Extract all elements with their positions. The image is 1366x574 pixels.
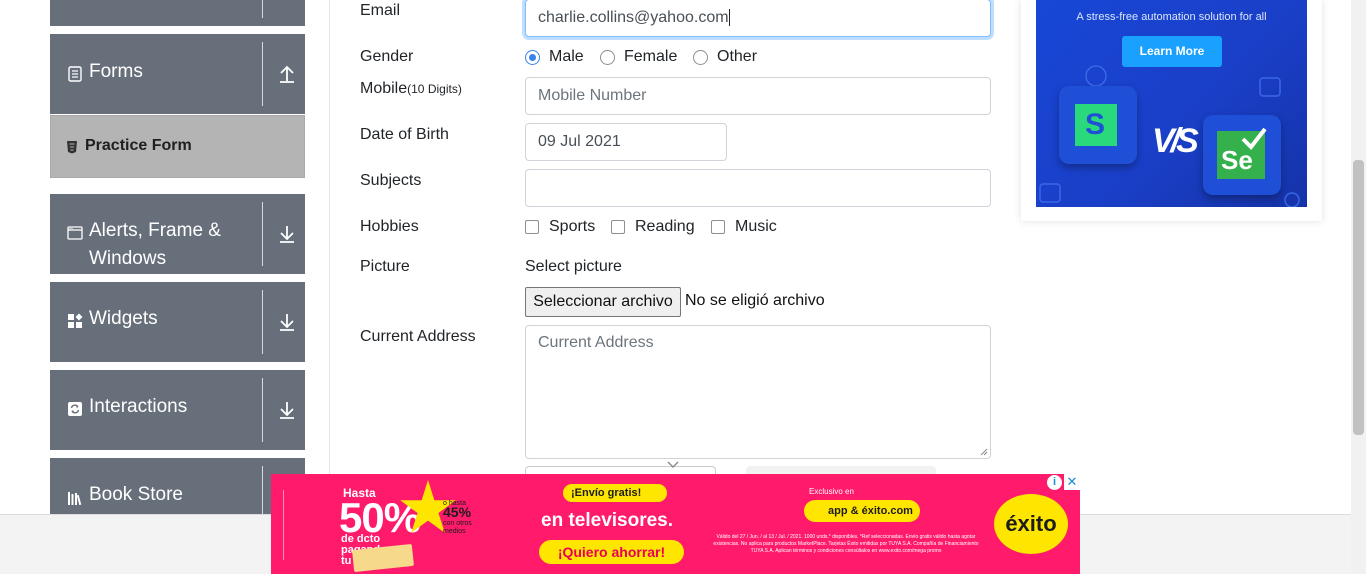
banner-app-badge: app & éxito.com <box>804 500 920 522</box>
group-separator <box>262 378 263 442</box>
banner-envio-badge: ¡Envío gratis! <box>563 484 668 502</box>
checkbox-sports[interactable] <box>525 220 539 234</box>
sidebar-group-interactions[interactable]: Interactions <box>50 370 305 450</box>
dob-label: Date of Birth <box>360 126 449 143</box>
gender-option-male[interactable]: Male <box>525 46 584 68</box>
gender-option-other[interactable]: Other <box>693 46 757 68</box>
mobile-placeholder: Mobile Number <box>538 87 647 104</box>
sidebar-group-partial[interactable] <box>50 0 305 26</box>
sidebar-divider <box>329 0 330 520</box>
gender-option-label: Male <box>549 48 584 65</box>
sidebar-group-widgets[interactable]: Widgets <box>50 282 305 362</box>
dob-input[interactable]: 09 Jul 2021 <box>525 123 727 161</box>
window-icon <box>67 226 83 240</box>
hobby-option-label: Music <box>735 218 777 235</box>
banner-exclusive: Exclusivo en <box>809 487 854 496</box>
group-separator <box>262 466 263 518</box>
hobby-option-sports[interactable]: Sports <box>525 216 595 238</box>
hobbies-label: Hobbies <box>360 218 419 235</box>
group-separator <box>262 42 263 106</box>
ad-close-icon[interactable]: ✕ <box>1064 474 1080 490</box>
widgets-icon <box>68 313 83 328</box>
sidebar-item-practice-form[interactable]: Practice Form <box>50 115 305 178</box>
group-separator <box>262 290 263 354</box>
radio-other[interactable] <box>693 49 708 65</box>
books-icon <box>68 492 82 506</box>
list-icon <box>68 66 82 82</box>
selenium-logo-icon: Se <box>1203 115 1281 195</box>
mobile-input[interactable]: Mobile Number <box>525 77 991 115</box>
banner-fine-print: Válido del 27 / Jun. / al 13 / Jul. / 20… <box>713 534 979 554</box>
sidebar-group-label: Interactions <box>89 396 188 417</box>
exito-logo: éxito <box>994 494 1068 554</box>
dob-value: 09 Jul 2021 <box>538 133 621 150</box>
gender-option-female[interactable]: Female <box>600 46 677 68</box>
email-field[interactable]: charlie.collins@yahoo.com <box>525 0 991 37</box>
banner-side-text <box>283 490 293 560</box>
sidebar-group-label: Book Store <box>89 484 183 505</box>
arrow-down-icon[interactable] <box>278 400 296 420</box>
current-address-textarea[interactable]: Current Address <box>525 325 991 459</box>
radio-female[interactable] <box>600 49 615 65</box>
radio-male[interactable] <box>525 49 540 65</box>
sidebar-group-label-line2: Windows <box>89 248 167 269</box>
katalon-logo-icon: S <box>1059 86 1137 164</box>
banner-cards <box>352 543 414 573</box>
group-separator <box>262 202 263 266</box>
mini-medios: con otros medios <box>443 520 472 535</box>
choose-file-button[interactable]: Seleccionar archivo <box>525 287 681 317</box>
banner-mini-note: o hasta 45% con otros medios <box>443 500 477 536</box>
arrow-up-icon[interactable] <box>278 64 296 84</box>
address-label: Current Address <box>360 328 476 345</box>
hobby-option-reading[interactable]: Reading <box>611 216 695 238</box>
mobile-label-text: Mobile <box>360 80 408 97</box>
subjects-input[interactable] <box>525 169 991 207</box>
mobile-hint: (10 Digits) <box>407 82 462 96</box>
scrollbar-thumb[interactable] <box>1353 160 1364 435</box>
bottom-ad-banner[interactable]: Hasta 50% o hasta 45% con otros medios de … <box>271 474 1080 574</box>
email-value: charlie.collins@yahoo.com <box>538 9 729 26</box>
subjects-label: Subjects <box>360 172 422 189</box>
html-icon <box>67 141 77 154</box>
gender-option-label: Other <box>717 48 758 65</box>
address-placeholder: Current Address <box>538 334 654 351</box>
checkbox-music[interactable] <box>711 220 725 234</box>
sidebar-group-forms[interactable]: Forms <box>50 34 305 114</box>
gender-option-label: Female <box>624 48 678 65</box>
hobby-option-music[interactable]: Music <box>711 216 777 238</box>
hobby-option-label: Sports <box>549 218 596 235</box>
gender-label: Gender <box>360 48 414 65</box>
group-separator <box>262 0 263 18</box>
sidebar-item-label: Practice Form <box>85 137 192 154</box>
sidebar-group-label: Widgets <box>89 308 158 329</box>
banner-tv-text: en televisores. <box>541 510 674 531</box>
arrow-down-icon[interactable] <box>278 312 296 332</box>
picture-label: Picture <box>360 258 410 275</box>
checkbox-reading[interactable] <box>611 220 625 234</box>
sidebar-group-label: Alerts, Frame & <box>89 220 221 241</box>
sidebar-group-book-store[interactable]: Book Store <box>50 458 305 518</box>
file-status: No se eligió archivo <box>685 292 825 309</box>
mini-45: 45% <box>443 504 472 520</box>
text-cursor <box>728 9 730 27</box>
chevron-down-icon <box>667 461 679 468</box>
sidebar-group-alerts[interactable]: Alerts, Frame & Windows <box>50 194 305 274</box>
sync-icon <box>68 402 82 416</box>
banner-cta-button[interactable]: ¡Quiero ahorrar! <box>539 540 684 564</box>
sidebar-group-label: Forms <box>89 61 143 82</box>
select-picture-text: Select picture <box>525 258 622 275</box>
page: Forms Practice Form Alerts, Frame & Wind… <box>0 0 1366 574</box>
hobby-option-label: Reading <box>635 218 695 235</box>
ad-vs-text: V/S <box>1152 122 1199 160</box>
resize-grip-icon[interactable] <box>979 447 988 456</box>
right-ad-banner[interactable]: A stress-free automation solution for al… <box>1036 0 1307 207</box>
arrow-down-icon[interactable] <box>278 224 296 244</box>
mobile-label: Mobile(10 Digits) <box>360 80 462 98</box>
ad-info-icon[interactable]: i <box>1047 475 1062 490</box>
email-label: Email <box>360 2 401 19</box>
